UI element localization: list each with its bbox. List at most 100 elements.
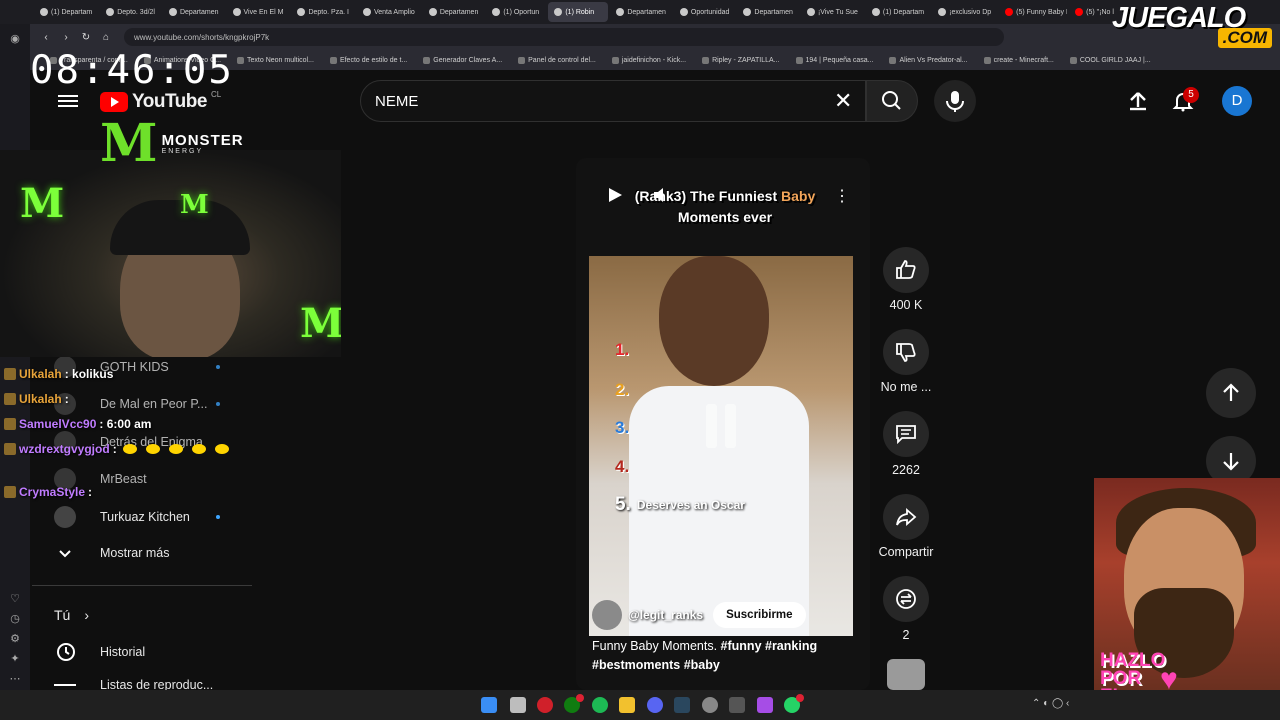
windows-taskbar — [0, 690, 1280, 720]
back-icon[interactable]: ‹ — [36, 32, 56, 43]
bookmark-label: Efecto de estilo de t... — [339, 56, 408, 64]
tab-label: (1) Robin — [565, 8, 595, 16]
new-content-dot — [216, 402, 220, 406]
title-highlight: Baby — [781, 188, 816, 204]
browser-tab[interactable]: Departamen — [737, 2, 799, 22]
bookmark-item[interactable]: COOL GIRLD JAAJ |... — [1069, 56, 1151, 64]
browser-tab[interactable]: Depto. 3d/2l — [100, 2, 161, 22]
browser-tab[interactable]: ¡exclusivo Dp — [932, 2, 997, 22]
windows-start-icon[interactable] — [481, 697, 497, 713]
forward-icon[interactable]: › — [56, 32, 76, 43]
browser-tab[interactable]: Venta Amplio — [357, 2, 421, 22]
like-button[interactable] — [883, 247, 929, 293]
comments-button[interactable] — [883, 411, 929, 457]
voice-search-button[interactable] — [934, 80, 976, 122]
bookmark-item[interactable]: Panel de control del... — [518, 56, 596, 64]
tab-favicon-icon — [871, 8, 880, 16]
browser-tab[interactable]: Departamen — [610, 2, 672, 22]
bookmark-item[interactable]: Generador Claves A... — [423, 56, 503, 64]
discord-icon[interactable] — [647, 697, 663, 713]
sidebar-you-section[interactable]: Tú › — [54, 603, 89, 627]
monster-can-left: M — [20, 180, 65, 227]
system-tray-icons[interactable]: ⌃ ◐ ◯ ‹ — [1032, 698, 1069, 709]
upload-icon[interactable] — [1127, 90, 1149, 112]
comment-icon — [896, 425, 916, 445]
obs-icon[interactable] — [702, 697, 718, 713]
emote-icon — [122, 444, 137, 454]
search-input[interactable]: NEME — [360, 80, 866, 122]
browser-tab[interactable]: (1) Robin — [548, 2, 609, 22]
audio-thumbnail[interactable] — [887, 659, 925, 690]
app-icon[interactable] — [729, 697, 745, 713]
bulb-icon[interactable]: ✦ — [8, 652, 22, 666]
bookmark-label: jaidefinichon - Kick... — [621, 56, 687, 64]
more-options-icon[interactable]: ⋮ — [834, 186, 850, 206]
subscribe-button[interactable]: Suscribirme — [713, 602, 806, 628]
bookmark-item[interactable]: Alien Vs Predator-al... — [889, 56, 968, 64]
browser-tab[interactable]: Depto. Pza. I — [291, 2, 354, 22]
pause-icon[interactable] — [706, 404, 742, 448]
show-more-button[interactable]: Mostrar más — [54, 541, 169, 565]
browser-tab[interactable]: (1) Departam — [34, 2, 98, 22]
volume-icon[interactable] — [652, 186, 672, 204]
stream-clock: 08:46:05 — [30, 48, 234, 93]
browser-tab[interactable]: (1) Oportun — [486, 2, 546, 22]
account-avatar[interactable]: D — [1222, 86, 1252, 116]
browser-tab[interactable]: (1) Departam — [866, 2, 930, 22]
search-button[interactable] — [866, 80, 918, 122]
file-explorer-icon[interactable] — [619, 697, 635, 713]
home-icon[interactable]: ⌂ — [96, 32, 116, 43]
opera-icon[interactable] — [537, 697, 553, 713]
sidebar-subscription[interactable]: De Mal en Peor P... — [54, 392, 220, 416]
app-icon-2[interactable] — [757, 697, 773, 713]
remix-icon — [896, 589, 916, 609]
tab-favicon-icon — [616, 8, 625, 16]
channel-name[interactable]: @legit_ranks — [628, 608, 703, 622]
channel-avatar[interactable] — [592, 600, 622, 630]
sidebar-subscription[interactable]: Turkuaz Kitchen — [54, 505, 220, 529]
browser-tab[interactable]: Departamen — [163, 2, 225, 22]
cap-logo-icon: M — [180, 190, 209, 220]
dislike-button[interactable] — [883, 329, 929, 375]
browser-tab-strip: (1) Departam Depto. 3d/2l Departamen Vive E… — [0, 0, 1280, 24]
browser-tab[interactable]: Oportunidad — [674, 2, 736, 22]
bookmark-label: 194 | Pequeña casa... — [805, 56, 874, 64]
chat-username: Ulkalah — [19, 367, 62, 381]
playlists-icon — [54, 684, 76, 686]
tab-favicon-icon — [679, 8, 688, 16]
spotify-icon[interactable] — [592, 697, 608, 713]
play-icon[interactable] — [606, 186, 624, 204]
clock-icon[interactable]: ◷ — [8, 612, 22, 626]
share-button[interactable] — [883, 494, 929, 540]
bookmark-item[interactable]: 194 | Pequeña casa... — [795, 56, 874, 64]
bookmark-item[interactable]: create - Minecraft... — [983, 56, 1054, 64]
monster-sub: ENERGY — [161, 147, 204, 155]
bookmark-item[interactable]: Efecto de estilo de t... — [329, 56, 408, 64]
browser-tab[interactable]: (5) Funny Baby M — [999, 2, 1067, 22]
url-field[interactable]: www.youtube.com/shorts/kngpkrojP7k — [124, 28, 1004, 46]
steam-icon[interactable] — [674, 697, 690, 713]
bookmark-item[interactable]: Texto Neon multicol... — [237, 56, 314, 64]
browser-tab[interactable]: Vive En El M — [227, 2, 290, 22]
more-icon[interactable]: ⋯ — [8, 672, 22, 686]
bookmark-item[interactable]: jaidefinichon - Kick... — [611, 56, 687, 64]
hamburger-menu-icon[interactable] — [58, 92, 78, 110]
remix-button[interactable] — [883, 576, 929, 622]
browser-menu-icon[interactable]: ◉ — [8, 32, 22, 46]
tab-favicon-icon — [743, 8, 752, 16]
settings-icon[interactable]: ⚙ — [8, 632, 22, 646]
youtube-logo[interactable]: YouTube CL — [100, 90, 221, 113]
sidebar-item-history[interactable]: Historial — [54, 640, 145, 664]
heart-icon[interactable]: ♡ — [8, 592, 22, 606]
comment-count: 2262 — [892, 463, 920, 477]
bookmark-item[interactable]: Ripley - ZAPATILLA... — [702, 56, 780, 64]
browser-tab[interactable]: ¡Vive Tu Sue — [801, 2, 864, 22]
emote-icon — [145, 444, 160, 454]
clear-search-icon[interactable]: ✕ — [834, 88, 852, 114]
previous-short-button[interactable] — [1206, 368, 1256, 418]
bookmark-label: Generador Claves A... — [433, 56, 503, 64]
browser-tab[interactable]: Departamen — [423, 2, 485, 22]
reload-icon[interactable]: ↻ — [76, 32, 96, 43]
sidebar-item-playlists[interactable]: Listas de reproduc... — [54, 678, 213, 690]
task-view-icon[interactable] — [510, 697, 526, 713]
